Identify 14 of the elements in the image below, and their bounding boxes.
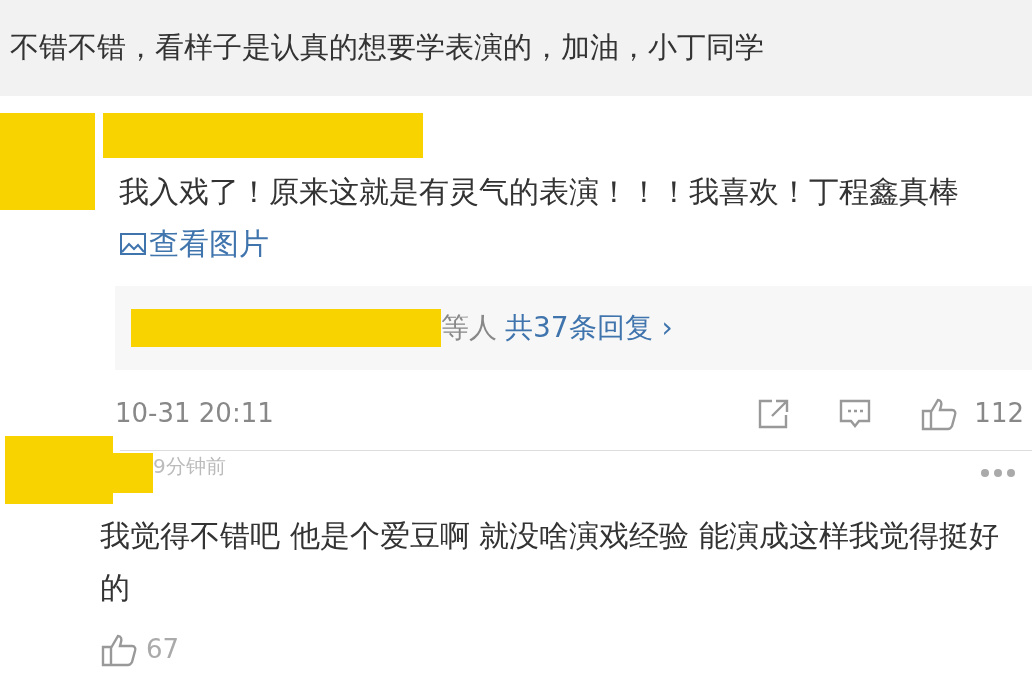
comment-time: 10-31 20:11 [115,397,274,430]
like-count: 67 [146,633,180,666]
reply-users-text: 等人 [441,310,497,346]
like-count: 112 [974,397,1024,430]
comment-text: 我入戏了！原来这就是有灵气的表演！！！我喜欢！丁程鑫真棒 查看图片 [119,173,960,263]
comment-time: 9分钟前 [153,452,226,480]
comment-icon[interactable] [838,397,873,430]
comment-text: 我觉得不错吧 他是个爱豆啊 就没啥演戏经验 能演成这样我觉得挺好的 [100,517,1000,607]
more-icon[interactable] [980,467,1016,478]
comment-text: 不错不错，看样子是认真的想要学表演的，加油，小丁同学 [10,29,764,67]
view-image-link[interactable]: 查看图片 [119,226,269,261]
view-replies-link[interactable]: 共37条回复 › [505,307,673,349]
share-icon[interactable] [756,397,791,430]
image-icon [119,232,147,256]
